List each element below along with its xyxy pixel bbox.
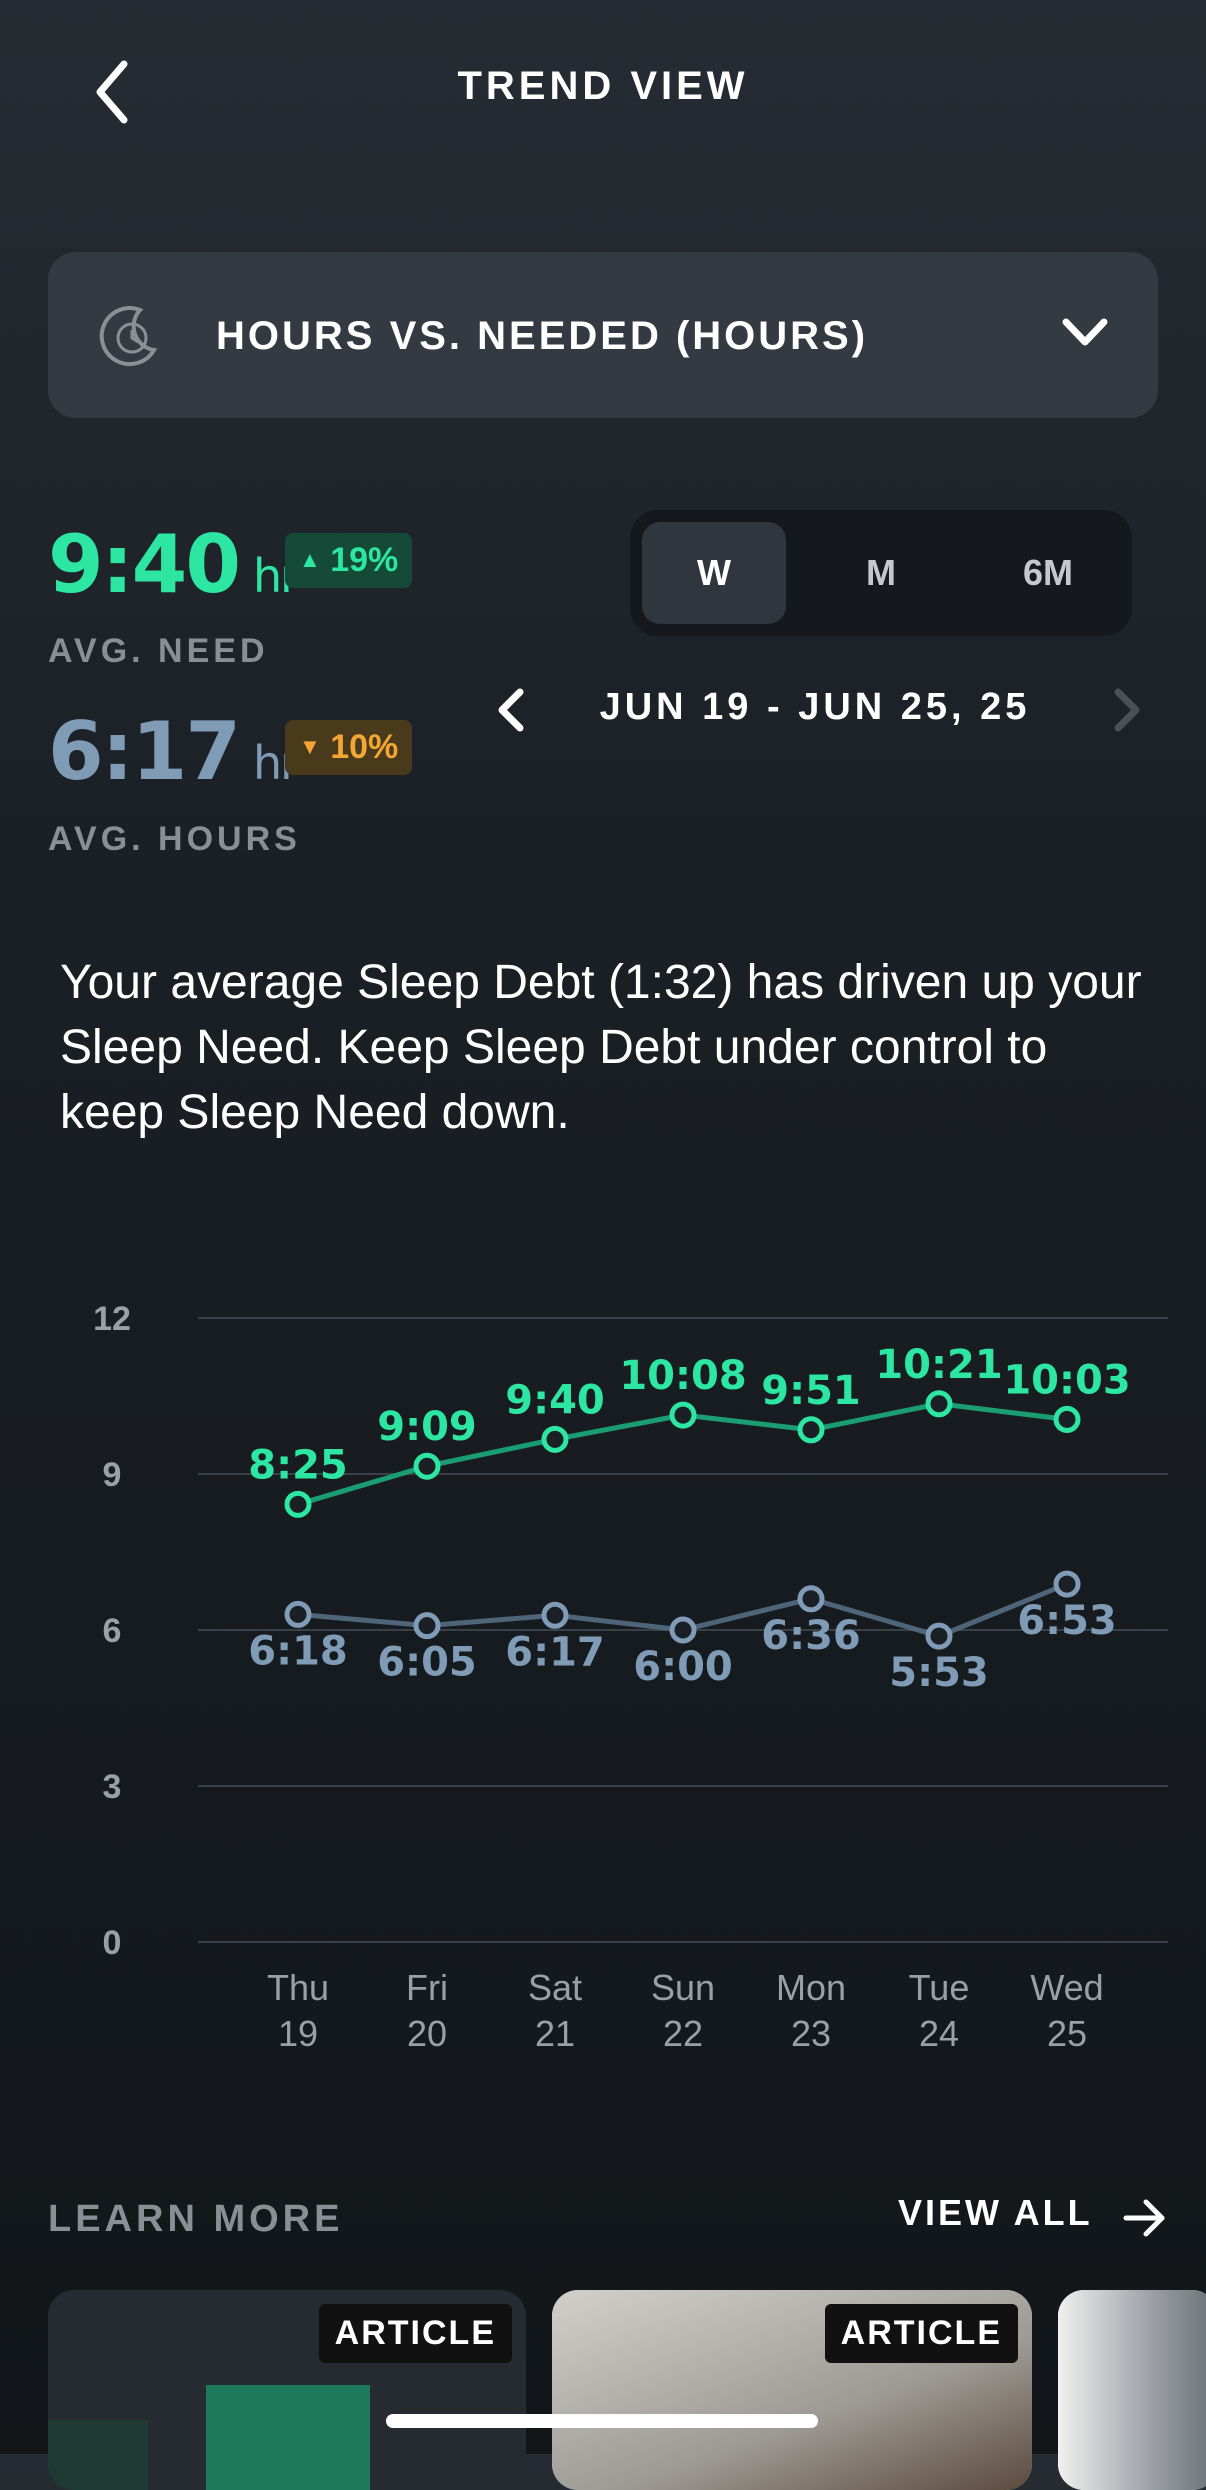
- data-label: 9:09: [377, 1404, 477, 1450]
- data-point: [413, 1612, 441, 1640]
- data-point: [797, 1585, 825, 1613]
- avg-hours-label: AVG. HOURS: [48, 820, 301, 858]
- hours-change-badge: ▼ 10%: [285, 720, 413, 775]
- chevron-left-icon: [498, 688, 524, 732]
- arrow-right-icon: [1123, 2199, 1165, 2237]
- avg-need-value: 9:40 hr: [48, 518, 299, 611]
- date-range-label: JUN 19 - JUN 25, 25: [599, 686, 1031, 728]
- article-card[interactable]: ARTICLE: [48, 2290, 526, 2490]
- period-option-week[interactable]: W: [642, 522, 786, 624]
- data-label: 9:51: [761, 1368, 861, 1414]
- data-point: [925, 1390, 953, 1418]
- data-label: 5:53: [889, 1650, 989, 1696]
- insight-text: Your average Sleep Debt (1:32) has drive…: [60, 956, 1142, 1139]
- data-label: 10:08: [619, 1353, 746, 1399]
- hours-change-value: 10%: [330, 728, 399, 766]
- x-tick-date: 21: [535, 2013, 575, 2054]
- data-point: [669, 1616, 697, 1644]
- x-tick-date: 24: [919, 2013, 959, 2054]
- avg-hours-value: 6:17 hr: [48, 705, 299, 798]
- y-tick-label: 12: [93, 1300, 131, 1338]
- view-all-label: VIEW ALL: [898, 2192, 1093, 2233]
- need-change-badge: ▲ 19%: [285, 533, 413, 588]
- x-tick-date: 23: [791, 2013, 831, 2054]
- x-tick-date: 25: [1047, 2013, 1087, 2054]
- period-option-6month[interactable]: 6M: [976, 522, 1120, 624]
- y-tick-label: 9: [103, 1456, 122, 1494]
- x-tick-date: 22: [663, 2013, 703, 2054]
- x-tick-day: Thu: [267, 1967, 329, 2008]
- triangle-up-icon: ▲: [299, 547, 321, 572]
- period-option-month[interactable]: M: [809, 522, 953, 624]
- data-label: 8:25: [248, 1442, 348, 1488]
- data-point: [541, 1425, 569, 1453]
- data-label: 6:18: [248, 1628, 348, 1674]
- y-tick-label: 0: [103, 1924, 122, 1962]
- article-card[interactable]: ARTICLE: [552, 2290, 1032, 2490]
- metric-dropdown[interactable]: HOURS VS. NEEDED (HOURS): [48, 252, 1158, 418]
- x-tick-day: Tue: [909, 1967, 970, 2008]
- avg-need-label: AVG. NEED: [48, 632, 269, 670]
- learn-more-title: LEARN MORE: [48, 2198, 344, 2240]
- data-point: [669, 1401, 697, 1429]
- avg-hours-number: 6:17: [48, 705, 241, 798]
- data-label: 10:21: [875, 1342, 1002, 1388]
- y-tick-label: 6: [103, 1612, 122, 1650]
- triangle-down-icon: ▼: [299, 734, 321, 759]
- next-range-button[interactable]: [1100, 680, 1150, 740]
- data-point: [1053, 1405, 1081, 1433]
- metric-dropdown-label: HOURS VS. NEEDED (HOURS): [216, 314, 869, 358]
- x-tick-date: 19: [278, 2013, 318, 2054]
- sleep-trend-chart: 12 9 6 3 0 Thu 19 Fri 20 Sat 21 Sun 22 Mon 23 Tue 24 Wed 2…: [93, 1300, 1168, 2054]
- x-tick-date: 20: [407, 2013, 447, 2054]
- data-label: 6:00: [633, 1644, 733, 1690]
- view-all-link[interactable]: VIEW ALL: [898, 2192, 1168, 2252]
- moon-clock-icon: [99, 306, 158, 367]
- card-tag: ARTICLE: [318, 2304, 512, 2363]
- need-change-value: 19%: [330, 541, 399, 579]
- y-tick-label: 3: [103, 1768, 122, 1806]
- article-card[interactable]: [1058, 2290, 1206, 2490]
- x-tick-day: Fri: [406, 1967, 448, 2008]
- x-tick-day: Wed: [1030, 1967, 1103, 2008]
- home-indicator: [386, 2414, 818, 2428]
- avg-need-number: 9:40: [48, 518, 241, 611]
- data-label: 6:36: [761, 1613, 861, 1659]
- previous-range-button[interactable]: [488, 680, 538, 740]
- page-title: TREND VIEW: [457, 64, 749, 108]
- x-tick-day: Sun: [651, 1967, 715, 2008]
- x-tick-day: Mon: [776, 1967, 846, 2008]
- period-toggle: W M 6M: [630, 510, 1132, 636]
- data-point: [797, 1416, 825, 1444]
- data-label: 10:03: [1003, 1357, 1130, 1403]
- chevron-right-icon: [1114, 688, 1140, 732]
- card-tag: ARTICLE: [824, 2304, 1018, 2363]
- data-point: [413, 1452, 441, 1480]
- article-photo: [1058, 2290, 1206, 2490]
- chevron-down-icon: [1062, 318, 1108, 346]
- article-thumbnail-detail: [48, 2420, 148, 2490]
- data-label: 6:17: [505, 1629, 605, 1675]
- article-thumbnail: [206, 2385, 370, 2490]
- data-point: [541, 1601, 569, 1629]
- data-point: [284, 1490, 312, 1518]
- data-point: [1053, 1570, 1081, 1598]
- data-label: 9:40: [505, 1377, 605, 1423]
- data-label: 6:05: [377, 1640, 477, 1686]
- data-point: [284, 1600, 312, 1628]
- data-label: 6:53: [1017, 1598, 1117, 1644]
- data-point: [925, 1622, 953, 1650]
- x-tick-day: Sat: [528, 1967, 582, 2008]
